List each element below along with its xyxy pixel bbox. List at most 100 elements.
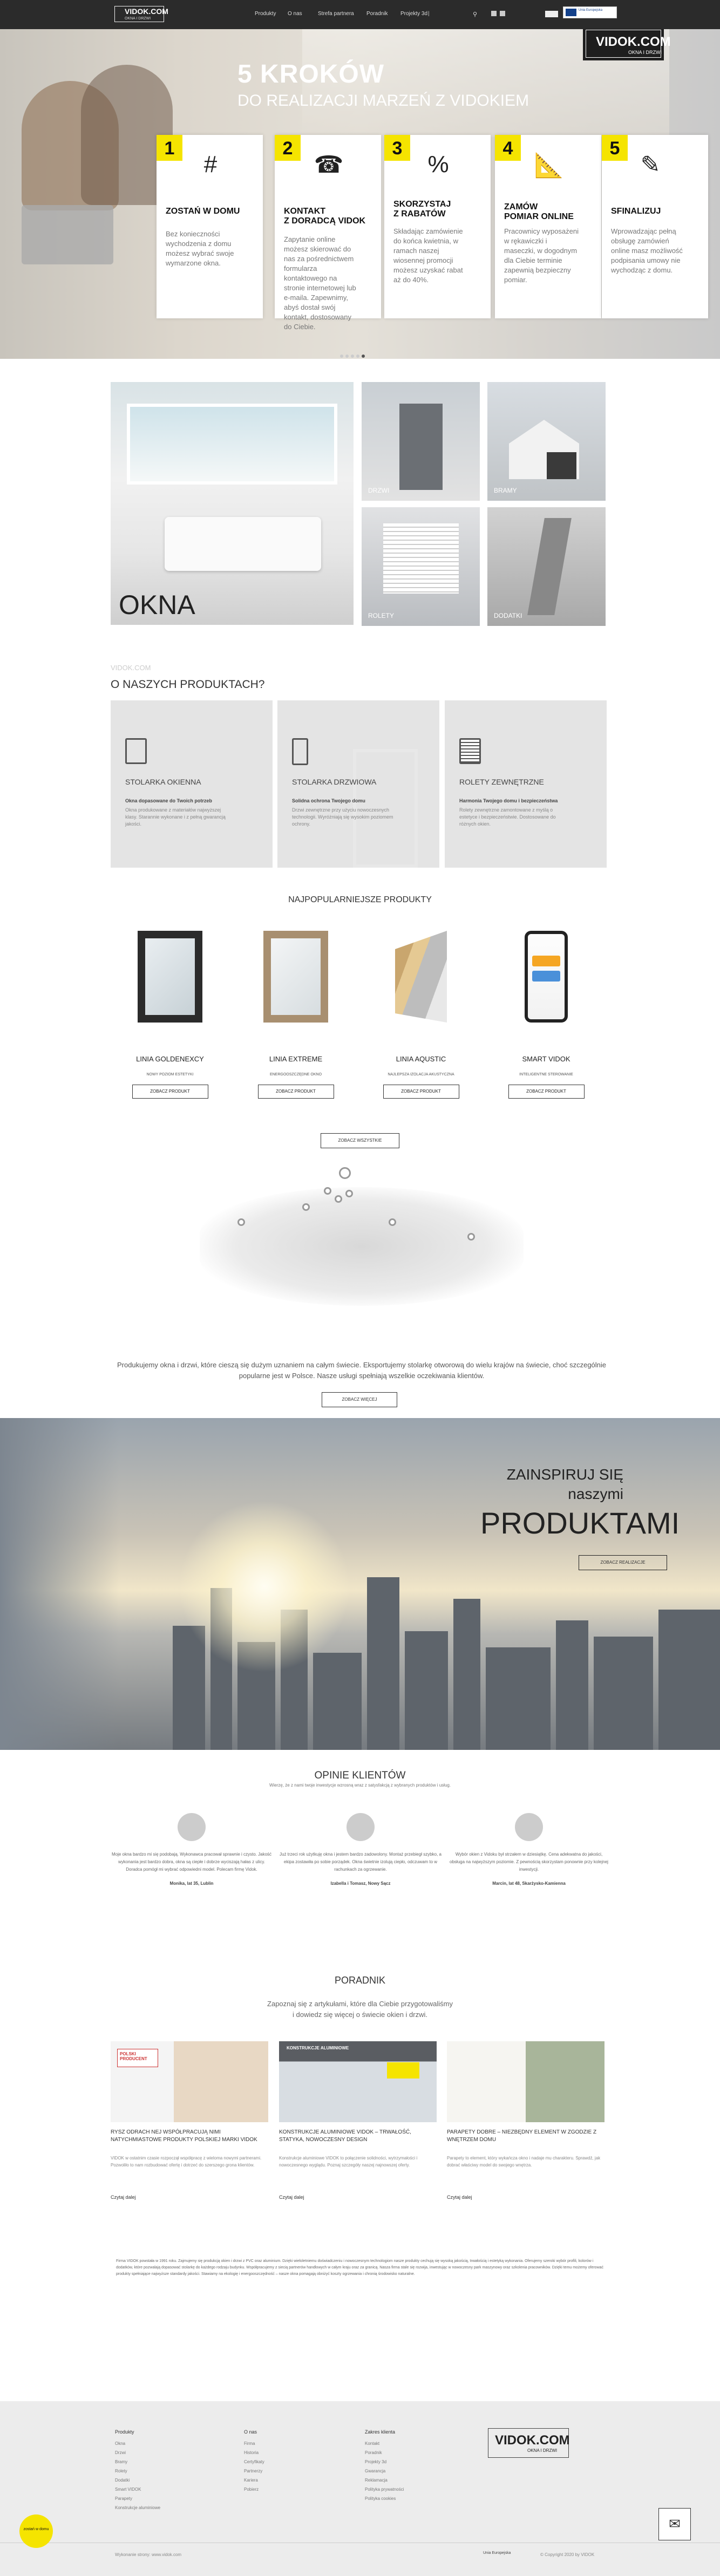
article-image: KONSTRUKCJE ALUMINIOWE [279, 2041, 437, 2122]
building [453, 1599, 480, 1750]
see-product-button[interactable]: ZOBACZ PRODUKT [383, 1085, 459, 1099]
footer-link[interactable]: Smart VIDOK [115, 2487, 191, 2492]
slider-dots[interactable] [340, 351, 367, 360]
inspire-line-2: naszymi [568, 1485, 623, 1502]
product-card-text: Drzwi zewnętrzne przy użyciu nowoczesnyc… [292, 807, 393, 827]
search-icon[interactable]: ⚲ [473, 11, 477, 18]
step-text: Zapytanie online możesz skierować do nas… [284, 235, 356, 331]
product-card-okna[interactable]: STOLARKA OKIENNA Okna dopasowane do Twoi… [111, 700, 273, 868]
read-more-link[interactable]: Czytaj dalej [279, 2195, 437, 2200]
building [405, 1631, 448, 1750]
footer-link[interactable]: Certyfikaty [244, 2459, 320, 2464]
step-title: SFINALIZUJ [611, 207, 661, 216]
footer-link[interactable]: Dodatki [115, 2478, 191, 2483]
review-author: Izabella i Tomasz, Nowy Sącz [330, 1881, 391, 1886]
map-pin-icon [302, 1203, 310, 1211]
footer-link[interactable]: Firma [244, 2441, 320, 2446]
see-realizations-button[interactable]: ZOBACZ REALIZACJE [579, 1555, 667, 1570]
step-text: Bez konieczności wychodzenia z domu może… [166, 230, 234, 267]
step-title: ZAMÓW POMIAR ONLINE [504, 202, 574, 221]
nav-link-strefa-partnera[interactable]: Strefa partnera [318, 11, 354, 17]
footer-link[interactable]: Parapety [115, 2496, 191, 2501]
map-pin-icon [237, 1218, 245, 1226]
map-pin-icon [324, 1187, 331, 1195]
see-more-button[interactable]: ZOBACZ WIĘCEJ [322, 1392, 397, 1407]
footer-link[interactable]: Kariera [244, 2478, 320, 2483]
category-drzwi[interactable]: DRZWI [362, 382, 480, 501]
footer-col-zakres: Zakres klienta Kontakt Poradnik Projekty… [365, 2429, 440, 2505]
facebook-icon[interactable] [491, 11, 497, 16]
footer-link[interactable]: Drzwi [115, 2450, 191, 2455]
legal-text: Firma VIDOK powstała w 1991 roku. Zajmuj… [116, 2259, 604, 2276]
see-product-button[interactable]: ZOBACZ PRODUKT [257, 1085, 334, 1099]
envelope-icon[interactable]: ✉ [658, 2508, 691, 2540]
product-card-rolety[interactable]: ROLETY ZEWNĘTRZNE Harmonia Twojego domu … [445, 700, 607, 868]
step-text: Wprowadzając pełną obsługę zamówień onli… [611, 227, 683, 274]
see-product-button[interactable]: ZOBACZ PRODUKT [508, 1085, 585, 1099]
read-more-link[interactable]: Czytaj dalej [111, 2195, 268, 2200]
footer-link[interactable]: Pobierz [244, 2487, 320, 2492]
about-eyebrow: VIDOK.COM [111, 664, 151, 672]
see-product-button[interactable]: ZOBACZ PRODUKT [132, 1085, 208, 1099]
footer-col-produkty: Produkty Okna Drzwi Bramy Rolety Dodatki… [115, 2429, 191, 2514]
slider-dot[interactable] [351, 355, 354, 358]
footer-logo[interactable]: VIDOK.COM OKNA I DRZWI [488, 2428, 570, 2458]
slider-dot-active[interactable] [362, 355, 365, 358]
category-dodatki[interactable]: DODATKI [487, 507, 606, 626]
nav-link-produkty[interactable]: Produkty [255, 11, 276, 17]
inspire-line-3: PRODUKTAMI [480, 1506, 680, 1540]
footer-link[interactable]: Polityka prywatności [365, 2487, 440, 2492]
slider-dot[interactable] [356, 355, 359, 358]
footer-link[interactable]: Bramy [115, 2459, 191, 2464]
footer-link[interactable]: Okna [115, 2441, 191, 2446]
nav-link-projekty-3d[interactable]: Projekty 3d [400, 11, 427, 17]
language-flag-icon[interactable] [545, 11, 558, 17]
footer-link[interactable]: Rolety [115, 2469, 191, 2473]
hashtag-icon: # [203, 151, 218, 178]
map-pin-icon [335, 1195, 342, 1203]
article-card[interactable]: KONSTRUKCJE ALUMINIOWE KONSTRUKCJE ALUMI… [279, 2041, 437, 2200]
footer-link[interactable]: Projekty 3d [365, 2459, 440, 2464]
product-card-drzwi[interactable]: STOLARKA DRZWIOWA Solidna ochrona Twojeg… [277, 700, 439, 868]
nav-link-o-nas[interactable]: O nas [288, 11, 302, 17]
nav-link-poradnik[interactable]: Poradnik [366, 11, 388, 17]
slider-dot[interactable] [345, 355, 349, 358]
map-pin-icon [345, 1190, 353, 1197]
footer-link[interactable]: Reklamacja [365, 2478, 440, 2483]
footer-credit[interactable]: Wykonanie strony: www.vidok.com [115, 2552, 181, 2557]
article-card[interactable]: POLSKI PRODUCENT RYSZ ODRACH NEJ WSPÓŁPR… [111, 2041, 268, 2200]
slider-dot[interactable] [340, 355, 343, 358]
category-bramy[interactable]: BRAMY [487, 382, 606, 501]
stay-home-badge[interactable]: zostań w domu [19, 2514, 53, 2548]
nav-logo[interactable]: VIDOK.COM OKNA I DRZWI [114, 6, 168, 22]
footer-link[interactable]: Konstrukcje aluminiowe [115, 2505, 191, 2510]
review-author: Monika, lat 35, Lublin [169, 1881, 214, 1886]
window-wood-image [263, 931, 328, 1023]
footer-link[interactable]: Kontakt [365, 2441, 440, 2446]
article-badge: KONSTRUKCJE ALUMINIOWE [287, 2046, 349, 2050]
footer-link[interactable]: Partnerzy [244, 2469, 320, 2473]
about-title: O NASZYCH PRODUKTACH? [111, 678, 265, 691]
footer-col-title: O nas [244, 2429, 257, 2435]
category-rolety[interactable]: ROLETY [362, 507, 480, 626]
top-navbar: VIDOK.COM OKNA I DRZWI Produkty O nas Str… [0, 0, 720, 29]
hero-brand-sub: OKNA I DRZWI [628, 50, 662, 55]
guide-title: PORADNIK [334, 1975, 386, 1986]
category-label: DRZWI [368, 487, 390, 494]
show-all-button[interactable]: ZOBACZ WSZYSTKIE [321, 1133, 399, 1148]
read-more-link[interactable]: Czytaj dalej [447, 2195, 604, 2200]
popular-product-name: LINIA EXTREME [269, 1055, 323, 1063]
instagram-icon[interactable] [500, 11, 505, 16]
hero-laptop [22, 205, 113, 264]
article-image [447, 2041, 604, 2122]
footer-link[interactable]: Polityka cookies [365, 2496, 440, 2501]
article-card[interactable]: PARAPETY DOBRE – NIEZBĘDNY ELEMENT W ZGO… [447, 2041, 604, 2200]
footer-link[interactable]: Poradnik [365, 2450, 440, 2455]
category-label: ROLETY [368, 612, 395, 619]
category-okna[interactable]: OKNA [111, 382, 354, 625]
smartphone-image [525, 931, 568, 1023]
footer-link[interactable]: Gwarancja [365, 2469, 440, 2473]
footer-logo-text: VIDOK.COM [495, 2433, 570, 2448]
step-text: Składając zamówienie do końca kwietnia, … [393, 227, 463, 284]
footer-link[interactable]: Historia [244, 2450, 320, 2455]
